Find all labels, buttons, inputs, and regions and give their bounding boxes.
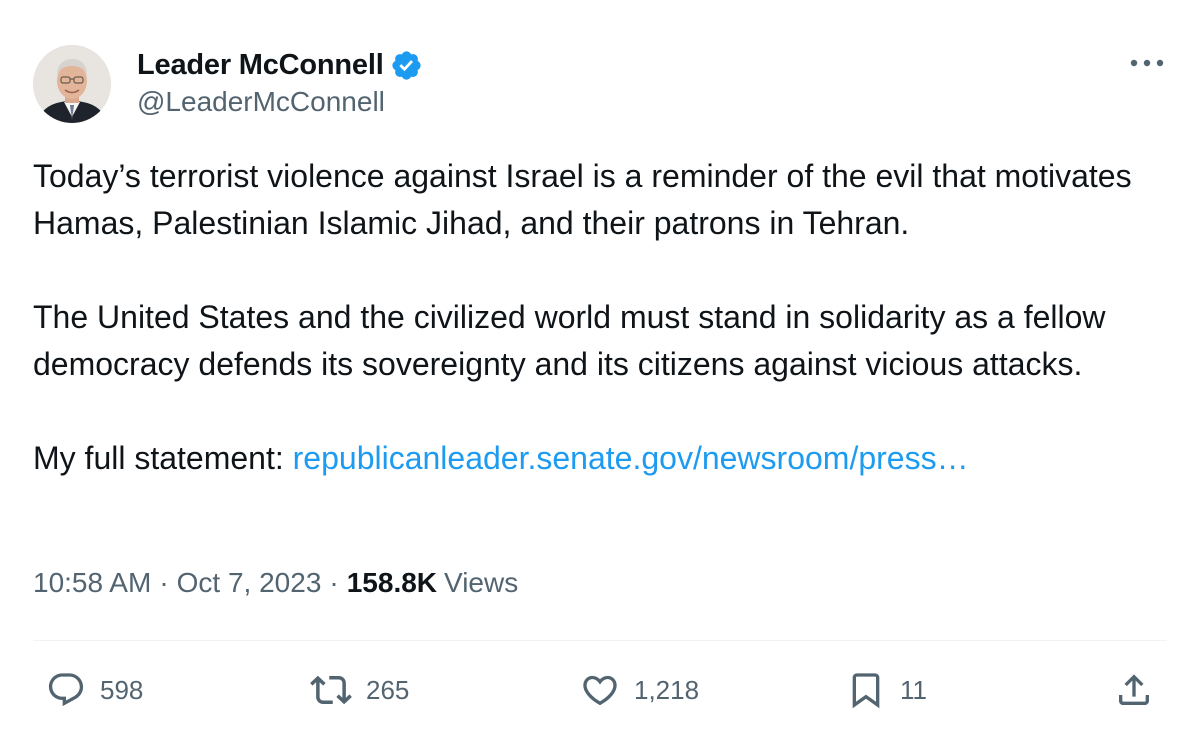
more-options-button[interactable] bbox=[1124, 50, 1170, 76]
tweet-card: Leader McConnell @LeaderMcConnell Today’… bbox=[0, 0, 1202, 738]
author-name-row[interactable]: Leader McConnell bbox=[137, 45, 423, 85]
statement-prefix: My full statement: bbox=[33, 440, 284, 476]
more-horizontal-icon bbox=[1130, 59, 1164, 67]
tweet-meta: 10:58 AM · Oct 7, 2023 · 158.8K Views bbox=[33, 567, 518, 599]
tweet-paragraph-1: Today’s terrorist violence against Israe… bbox=[33, 158, 1132, 241]
reply-count: 598 bbox=[100, 674, 144, 705]
bookmark-count: 11 bbox=[900, 674, 927, 705]
heart-icon bbox=[583, 675, 617, 706]
reply-button[interactable]: 598 bbox=[46, 660, 143, 720]
views-count: 158.8K bbox=[346, 567, 438, 598]
action-bar: 598 265 1,218 11 bbox=[0, 660, 1202, 720]
tweet-paragraph-3: My full statement: republicanleader.sena… bbox=[33, 435, 1173, 482]
avatar-image bbox=[33, 45, 111, 123]
like-count: 1,218 bbox=[634, 674, 700, 705]
like-button[interactable]: 1,218 bbox=[580, 660, 699, 720]
meta-separator: · bbox=[329, 567, 339, 598]
tweet-date[interactable]: Oct 7, 2023 bbox=[177, 567, 322, 599]
reply-icon bbox=[48, 673, 84, 707]
views-label: Views bbox=[444, 567, 519, 598]
bookmark-icon bbox=[852, 673, 880, 709]
repost-icon bbox=[310, 675, 352, 705]
author-display-name[interactable]: Leader McConnell bbox=[137, 49, 384, 82]
verified-badge-icon[interactable] bbox=[390, 49, 423, 82]
meta-separator: · bbox=[159, 567, 169, 598]
tweet-paragraph-2: The United States and the civilized worl… bbox=[33, 299, 1106, 382]
repost-button[interactable]: 265 bbox=[310, 660, 409, 720]
tweet-text: Today’s terrorist violence against Israe… bbox=[33, 153, 1173, 482]
author-handle[interactable]: @LeaderMcConnell bbox=[137, 86, 385, 118]
repost-count: 265 bbox=[366, 674, 410, 705]
share-button[interactable] bbox=[1114, 660, 1154, 720]
share-icon bbox=[1119, 674, 1149, 705]
tweet-time[interactable]: 10:58 AM bbox=[33, 567, 151, 599]
bookmark-button[interactable]: 11 bbox=[846, 660, 927, 720]
statement-link[interactable]: republicanleader.senate.gov/newsroom/pre… bbox=[293, 440, 969, 476]
author-avatar[interactable] bbox=[33, 45, 111, 123]
divider bbox=[33, 640, 1167, 641]
